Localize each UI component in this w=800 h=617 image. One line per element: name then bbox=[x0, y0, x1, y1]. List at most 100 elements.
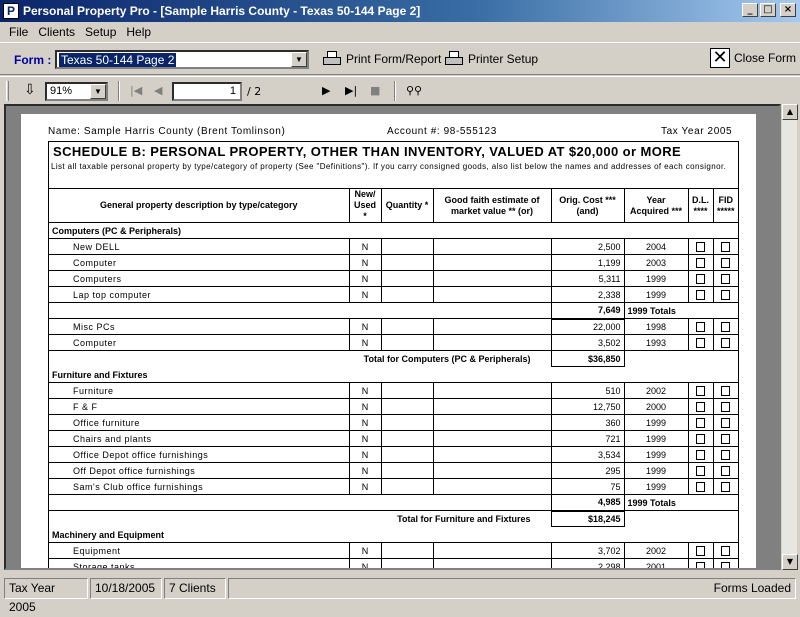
item-year-acquired: 2002 bbox=[623, 542, 688, 559]
dl-checkbox[interactable] bbox=[696, 465, 705, 476]
item-description: Misc PCs bbox=[49, 318, 349, 335]
fid-cell bbox=[712, 318, 738, 335]
close-window-button[interactable]: × bbox=[780, 3, 796, 17]
fid-checkbox[interactable] bbox=[721, 561, 731, 568]
dl-cell bbox=[687, 398, 713, 415]
menu-bar: File Clients Setup Help bbox=[0, 23, 800, 41]
zoom-select[interactable]: 91% ▼ bbox=[45, 82, 108, 101]
subtotal-cost: 7,649 bbox=[550, 302, 625, 320]
zoom-chevron-down-icon[interactable]: ▼ bbox=[90, 84, 106, 99]
table-row: New DELL N 2,500 2004 bbox=[49, 238, 738, 255]
menu-file[interactable]: File bbox=[4, 25, 33, 39]
menu-setup[interactable]: Setup bbox=[80, 25, 121, 39]
dl-checkbox[interactable] bbox=[696, 257, 705, 268]
dl-checkbox[interactable] bbox=[696, 385, 705, 396]
fid-checkbox[interactable] bbox=[721, 273, 731, 284]
item-new-used: N bbox=[348, 462, 381, 479]
print-form-button[interactable]: Print Form/Report bbox=[322, 50, 441, 68]
item-year-acquired: 1999 bbox=[623, 446, 688, 463]
item-description: Storage tanks bbox=[49, 558, 349, 568]
fid-checkbox[interactable] bbox=[721, 241, 731, 252]
stop-icon[interactable]: ■ bbox=[370, 84, 380, 97]
toolbar-grip bbox=[6, 81, 9, 101]
item-new-used: N bbox=[348, 382, 381, 399]
menu-clients[interactable]: Clients bbox=[33, 25, 80, 39]
item-year-acquired: 1999 bbox=[623, 270, 688, 287]
fid-cell bbox=[712, 238, 738, 255]
dl-cell bbox=[687, 254, 713, 271]
dl-checkbox[interactable] bbox=[696, 321, 705, 332]
fid-checkbox[interactable] bbox=[721, 433, 731, 444]
fid-checkbox[interactable] bbox=[721, 257, 731, 268]
fid-checkbox[interactable] bbox=[721, 401, 731, 412]
instructions: List all taxable personal property by ty… bbox=[51, 162, 727, 171]
item-market-value bbox=[432, 270, 551, 287]
subtotal-spacer bbox=[49, 302, 551, 319]
dl-checkbox[interactable] bbox=[696, 289, 705, 300]
document-viewer[interactable]: Name: Sample Harris County (Brent Tomlin… bbox=[4, 104, 781, 570]
fid-checkbox[interactable] bbox=[721, 465, 731, 476]
binoculars-icon[interactable]: ⚲⚲ bbox=[406, 84, 422, 97]
item-year-acquired: 2004 bbox=[623, 238, 688, 255]
fid-checkbox[interactable] bbox=[721, 545, 731, 556]
maximize-button[interactable]: □ bbox=[760, 3, 776, 17]
item-year-acquired: 1999 bbox=[623, 478, 688, 495]
item-description: Office Depot office furnishings bbox=[49, 446, 349, 463]
dl-checkbox[interactable] bbox=[696, 273, 705, 284]
item-year-acquired: 2003 bbox=[623, 254, 688, 271]
fid-checkbox[interactable] bbox=[721, 481, 731, 492]
menu-help[interactable]: Help bbox=[121, 25, 156, 39]
vertical-scrollbar[interactable]: ▲ ▼ bbox=[781, 104, 798, 570]
subtotal-label: 1999 Totals bbox=[624, 494, 738, 511]
fid-checkbox[interactable] bbox=[721, 417, 731, 428]
table-row: Office Depot office furnishings N 3,534 199… bbox=[49, 446, 738, 463]
item-quantity bbox=[380, 478, 433, 495]
item-year-acquired: 1999 bbox=[623, 462, 688, 479]
item-quantity bbox=[380, 542, 433, 559]
category-label: Furniture and Fixtures bbox=[52, 369, 148, 380]
dl-checkbox[interactable] bbox=[696, 417, 705, 428]
dl-checkbox[interactable] bbox=[696, 561, 705, 568]
fid-checkbox[interactable] bbox=[721, 337, 731, 348]
toolbar-separator-2 bbox=[394, 81, 396, 101]
table-row: Lap top computer N 2,338 1999 bbox=[49, 286, 738, 303]
dl-checkbox[interactable] bbox=[696, 481, 705, 492]
minimize-button[interactable]: _ bbox=[742, 3, 758, 17]
form-label: Form : bbox=[14, 53, 52, 67]
fid-checkbox[interactable] bbox=[721, 321, 731, 332]
printer-setup-button[interactable]: Printer Setup bbox=[444, 50, 538, 68]
last-page-icon[interactable]: ▶| bbox=[345, 84, 357, 97]
dl-checkbox[interactable] bbox=[696, 545, 705, 556]
dl-cell bbox=[687, 238, 713, 255]
item-description: New DELL bbox=[49, 238, 349, 255]
export-icon[interactable]: ⇩ bbox=[24, 82, 36, 98]
prev-page-icon[interactable]: ◀ bbox=[154, 84, 162, 97]
fid-checkbox[interactable] bbox=[721, 449, 731, 460]
dl-checkbox[interactable] bbox=[696, 433, 705, 444]
report-page: Name: Sample Harris County (Brent Tomlin… bbox=[21, 114, 756, 568]
fid-cell bbox=[712, 334, 738, 351]
dl-checkbox[interactable] bbox=[696, 449, 705, 460]
dl-cell bbox=[687, 382, 713, 399]
status-bar: Tax Year 2005 10/18/2005 7 Clients Forms… bbox=[0, 575, 800, 614]
next-page-icon[interactable]: ▶ bbox=[322, 84, 330, 97]
page-number-input[interactable]: 1 bbox=[172, 82, 242, 101]
dl-cell bbox=[687, 558, 713, 568]
dl-checkbox[interactable] bbox=[696, 241, 705, 252]
item-market-value bbox=[432, 478, 551, 495]
page-total: / 2 bbox=[247, 85, 262, 98]
item-year-acquired: 2002 bbox=[623, 382, 688, 399]
scroll-down-icon[interactable]: ▼ bbox=[782, 554, 798, 570]
form-select[interactable]: Texas 50-144 Page 2 ▼ bbox=[55, 50, 309, 69]
item-new-used: N bbox=[348, 238, 381, 255]
dl-checkbox[interactable] bbox=[696, 337, 705, 348]
close-form-button[interactable]: ✕ Close Form bbox=[710, 48, 796, 68]
category-total-row: Total for Furniture and Fixtures $18,245 bbox=[49, 510, 738, 527]
table-row: Sam's Club office furnishings N 75 1999 bbox=[49, 478, 738, 495]
first-page-icon[interactable]: |◀ bbox=[130, 84, 142, 97]
scroll-up-icon[interactable]: ▲ bbox=[782, 104, 798, 120]
fid-checkbox[interactable] bbox=[721, 385, 731, 396]
dl-checkbox[interactable] bbox=[696, 401, 705, 412]
chevron-down-icon[interactable]: ▼ bbox=[291, 52, 307, 67]
fid-checkbox[interactable] bbox=[721, 289, 731, 300]
